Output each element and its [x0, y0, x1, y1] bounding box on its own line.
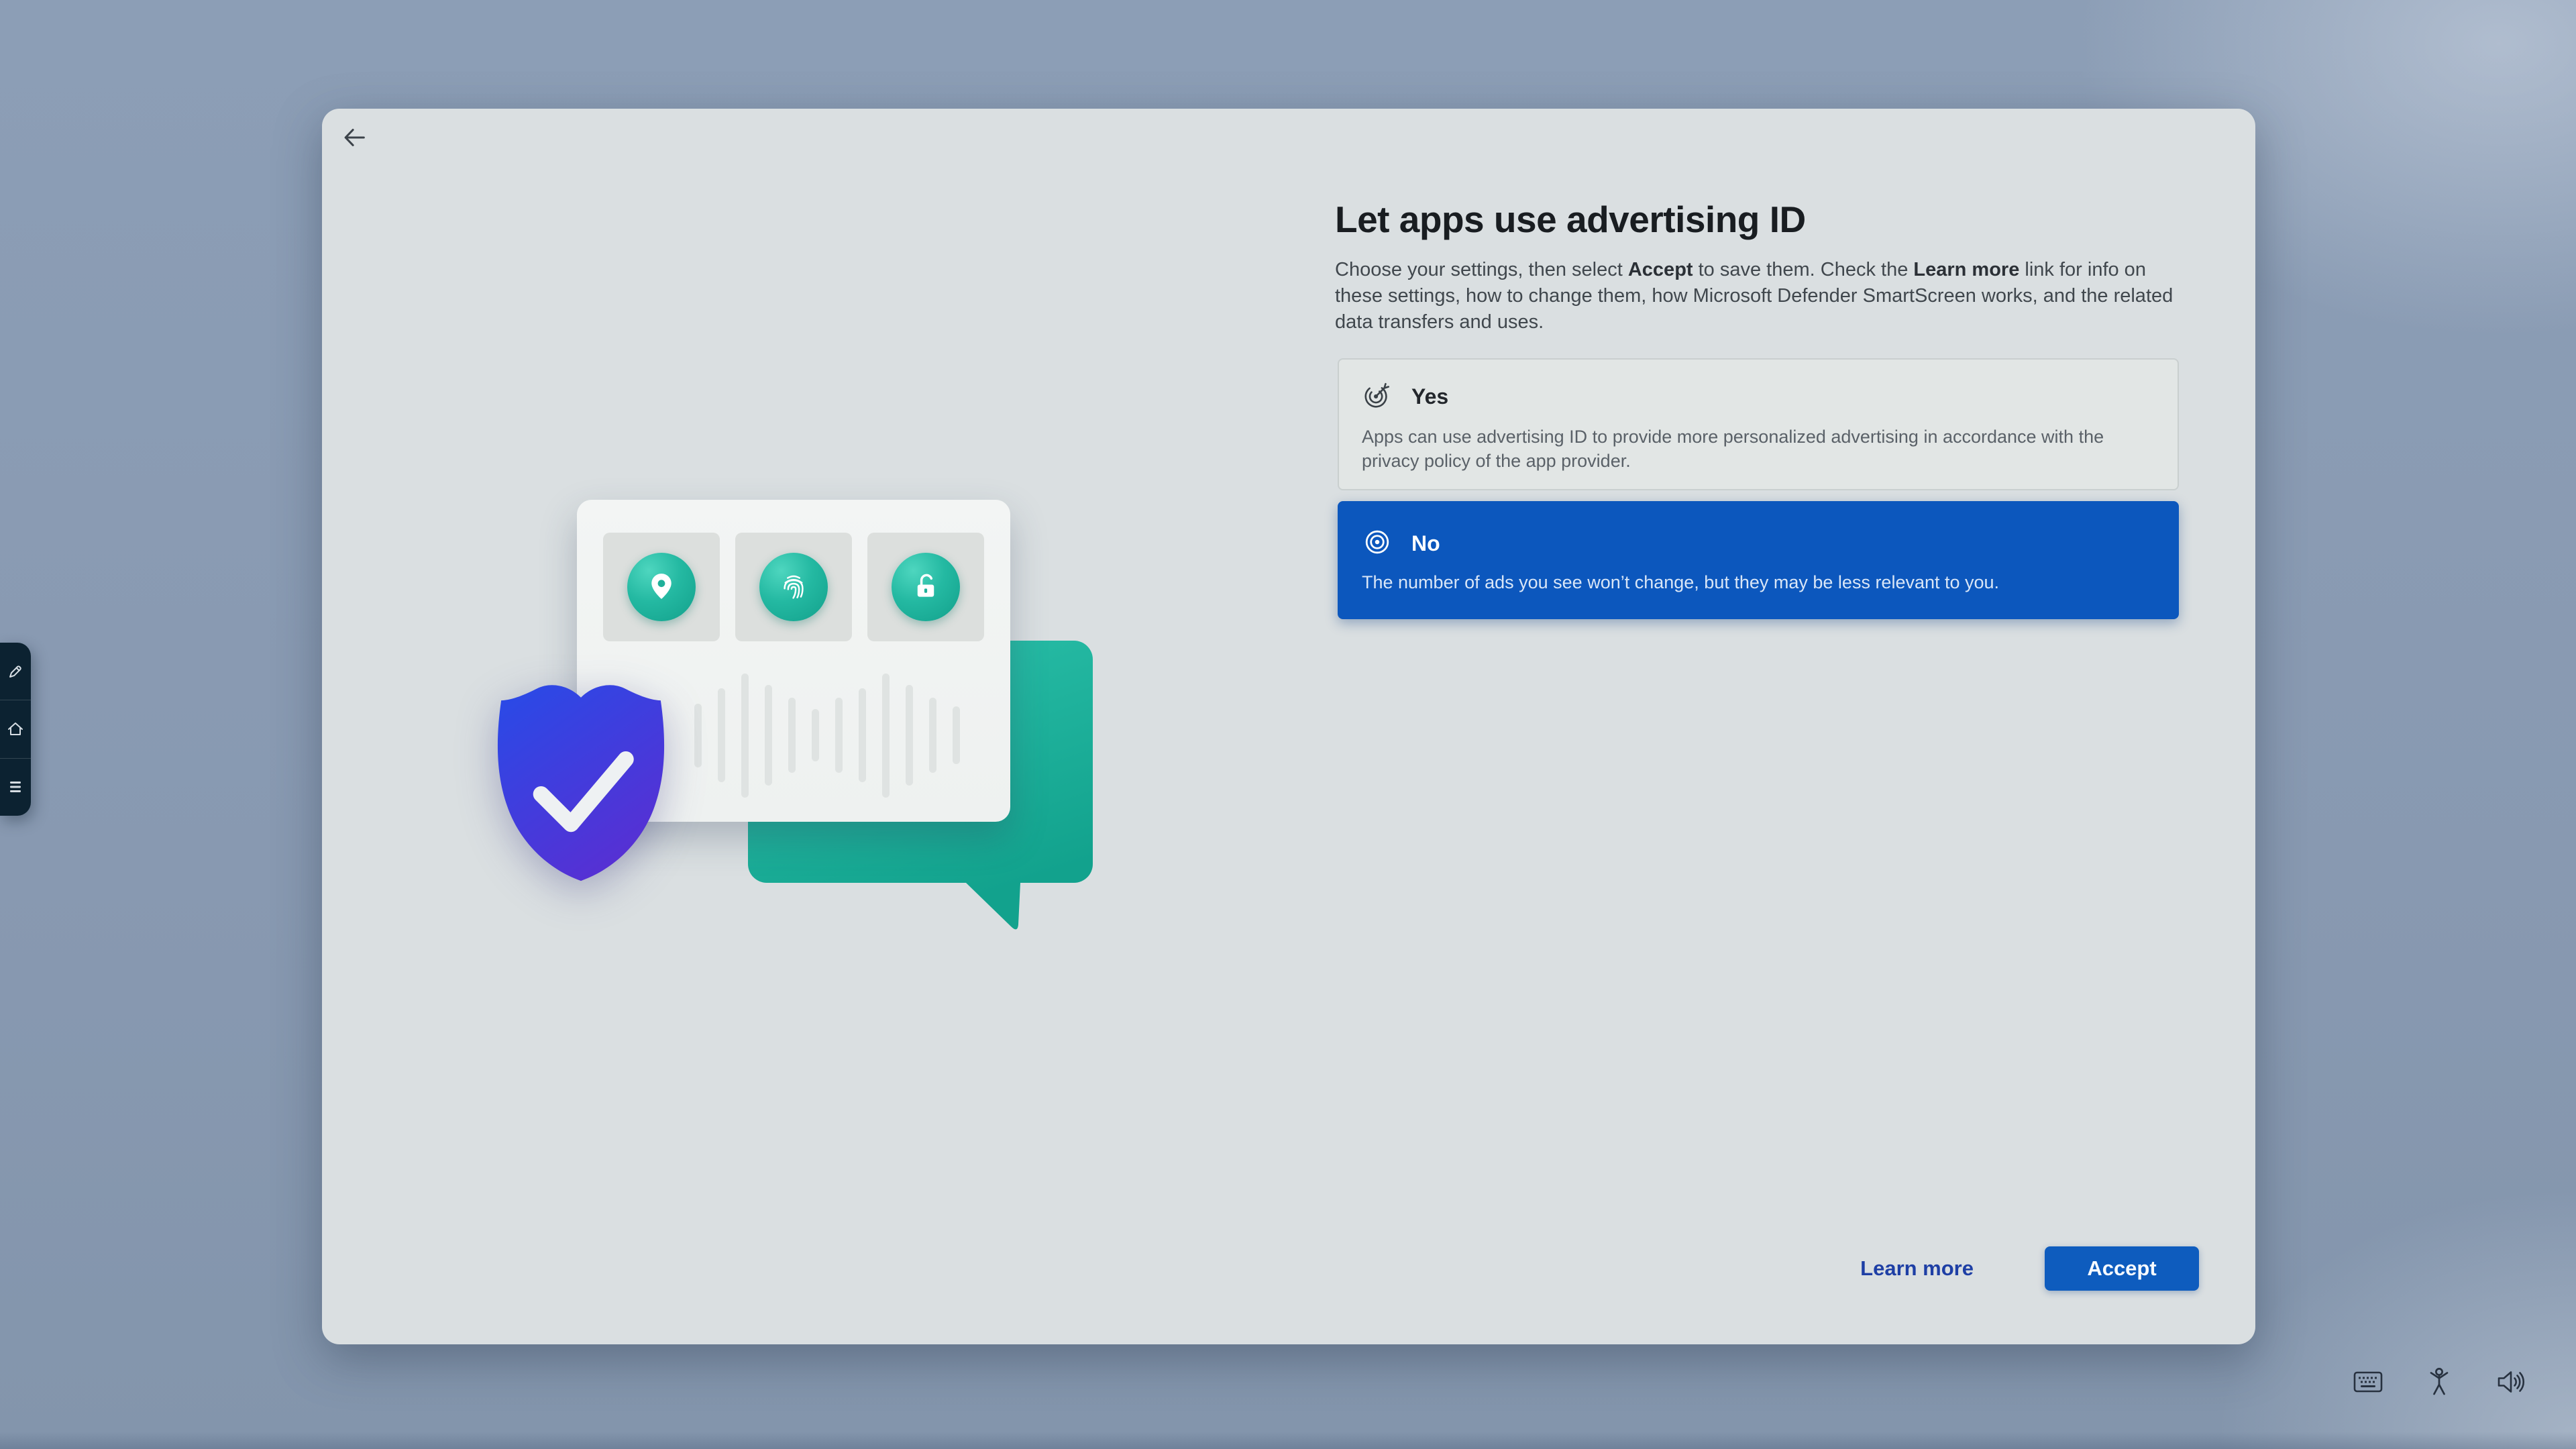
flyout-menu-button[interactable]: [0, 758, 31, 816]
flyout-pen-button[interactable]: [0, 643, 31, 700]
flyout-home-button[interactable]: [0, 700, 31, 757]
pen-icon: [7, 663, 24, 680]
accept-button[interactable]: Accept: [2045, 1246, 2199, 1291]
page-title: Let apps use advertising ID: [1335, 198, 2207, 241]
intro-learnmore-emphasis: Learn more: [1913, 259, 2019, 280]
privacy-panel: [577, 500, 1010, 822]
option-no-description: The number of ads you see won’t change, …: [1362, 570, 2153, 594]
waveform-bar: [882, 674, 890, 798]
option-no-label: No: [1411, 531, 1440, 556]
keyboard-button[interactable]: [2349, 1364, 2387, 1402]
target-arrow-icon: [1362, 380, 1393, 414]
waveform-bar: [741, 674, 749, 798]
menu-icon: [8, 781, 23, 793]
fingerprint-icon: [759, 553, 828, 621]
waveform-bar: [906, 685, 913, 786]
speech-bubble: [748, 641, 1093, 941]
volume-button[interactable]: [2491, 1364, 2529, 1402]
footer-actions: Learn more Accept: [1860, 1246, 2199, 1291]
option-yes-description: Apps can use advertising ID to provide m…: [1362, 425, 2160, 473]
privacy-tiles: [603, 533, 984, 641]
home-icon: [7, 720, 24, 738]
bullseye-icon: [1362, 527, 1393, 561]
unlock-tile: [867, 533, 984, 641]
option-no[interactable]: No The number of ads you see won’t chang…: [1338, 501, 2179, 619]
waveform: [694, 682, 960, 789]
location-pin-icon: [627, 553, 696, 621]
side-flyout: [0, 643, 31, 816]
waveform-bar: [694, 704, 702, 767]
intro-text: Choose your settings, then select Accept…: [1335, 257, 2197, 335]
option-yes-label: Yes: [1411, 384, 1448, 409]
oobe-dialog: Let apps use advertising ID Choose your …: [322, 109, 2255, 1344]
screen-bottom-edge: [0, 1432, 2576, 1449]
waveform-bar: [835, 698, 843, 773]
waveform-bar: [953, 706, 960, 764]
waveform-bar: [718, 688, 725, 782]
system-tray: [2349, 1364, 2529, 1402]
shield-check-icon: [481, 678, 681, 890]
keyboard-icon: [2353, 1370, 2383, 1397]
unlock-icon: [892, 553, 960, 621]
intro-accept-emphasis: Accept: [1628, 259, 1693, 280]
volume-icon: [2495, 1368, 2526, 1399]
intro-part: Choose your settings, then select: [1335, 259, 1628, 280]
waveform-bar: [788, 698, 796, 773]
location-tile: [603, 533, 720, 641]
waveform-bar: [859, 688, 866, 782]
back-arrow-icon: [340, 123, 368, 154]
back-button[interactable]: [338, 122, 370, 154]
waveform-bar: [929, 698, 936, 773]
accessibility-icon: [2425, 1366, 2453, 1401]
waveform-bar: [765, 685, 772, 786]
option-yes[interactable]: Yes Apps can use advertising ID to provi…: [1338, 358, 2179, 490]
intro-part: to save them. Check the: [1693, 259, 1914, 280]
accessibility-button[interactable]: [2420, 1364, 2458, 1402]
fingerprint-tile: [735, 533, 852, 641]
learn-more-link[interactable]: Learn more: [1860, 1256, 1974, 1281]
waveform-bar: [812, 709, 819, 761]
